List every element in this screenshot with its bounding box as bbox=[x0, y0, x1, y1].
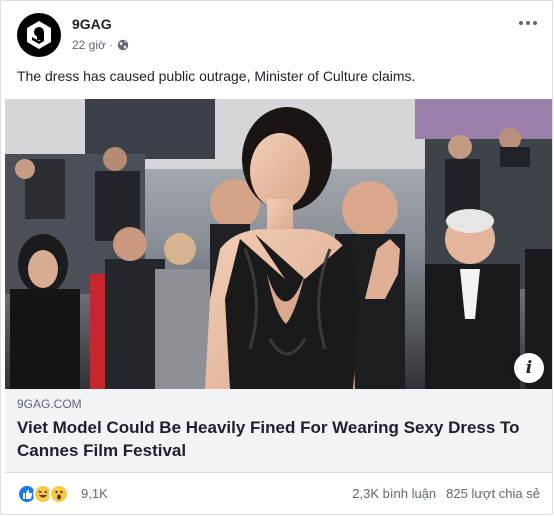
link-domain: 9GAG.COM bbox=[17, 397, 82, 411]
post-footer: 9,1K 2,3K bình luận 825 lượt chia sẻ bbox=[17, 481, 540, 507]
page-avatar[interactable] bbox=[17, 13, 61, 57]
post-text: The dress has caused public outrage, Min… bbox=[17, 68, 416, 84]
page-name-link[interactable]: 9GAG bbox=[72, 16, 112, 32]
reaction-count[interactable]: 9,1K bbox=[81, 486, 108, 501]
ellipsis-icon[interactable] bbox=[516, 13, 540, 33]
link-preview[interactable]: 9GAG.COM Viet Model Could Be Heavily Fin… bbox=[5, 389, 552, 473]
share-count[interactable]: 825 lượt chia sẻ bbox=[446, 486, 540, 501]
post-meta: 22 giờ · bbox=[72, 38, 129, 52]
post-card: 9GAG 22 giờ · The dress has caused publi… bbox=[0, 0, 553, 515]
link-title[interactable]: Viet Model Could Be Heavily Fined For We… bbox=[17, 416, 542, 462]
wow-icon bbox=[49, 484, 69, 504]
reaction-icons[interactable] bbox=[17, 484, 69, 504]
post-timestamp[interactable]: 22 giờ bbox=[72, 38, 106, 52]
red-carpet-photo bbox=[5, 99, 552, 389]
post-stats: 2,3K bình luận 825 lượt chia sẻ bbox=[352, 486, 540, 501]
comment-count[interactable]: 2,3K bình luận bbox=[352, 486, 436, 501]
post-photo[interactable]: i bbox=[5, 99, 552, 389]
meta-separator: · bbox=[109, 40, 113, 50]
9gag-logo-icon bbox=[27, 21, 51, 49]
globe-icon[interactable] bbox=[117, 39, 129, 51]
post-header: 9GAG 22 giờ · bbox=[17, 13, 540, 57]
info-icon[interactable]: i bbox=[514, 353, 544, 383]
